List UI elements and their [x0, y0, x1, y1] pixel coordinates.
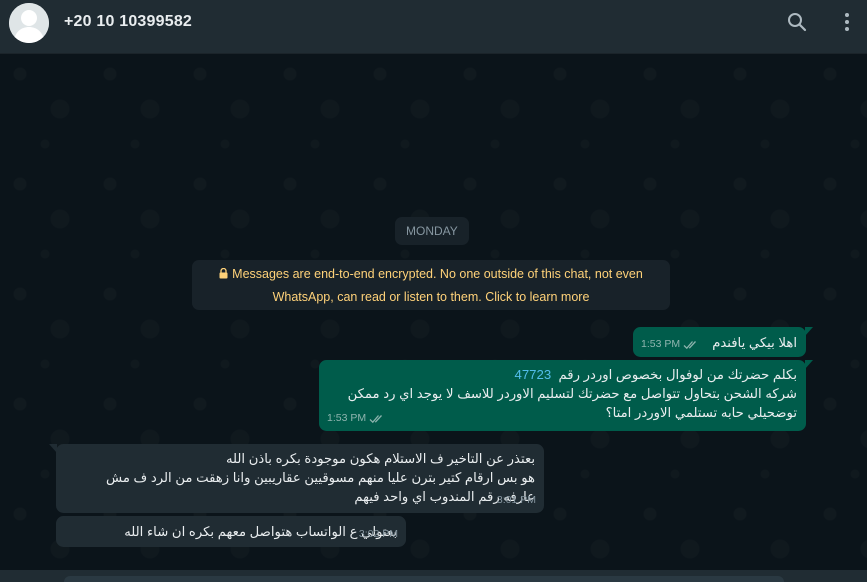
message-input[interactable]	[64, 576, 784, 582]
message-text: بعتذر عن التاخير ف الاستلام هكون موجودة …	[225, 451, 535, 466]
message-text: بعتولي ع الواتساب هتواصل معهم بكره ان شا…	[124, 524, 397, 539]
message-text: بكلم حضرتك من لوفوال بخصوص اوردر رقم	[558, 367, 798, 382]
message-time: 3:01 PM	[496, 494, 536, 506]
bubble-tail	[805, 360, 813, 369]
menu-dots-icon	[845, 13, 849, 31]
search-icon	[788, 13, 807, 32]
composer-bar	[0, 570, 867, 582]
menu-button[interactable]	[835, 10, 859, 34]
message-meta: 1:53 PM	[641, 335, 699, 354]
order-number-link[interactable]: 47723	[515, 367, 552, 382]
outgoing-message[interactable]: بكلم حضرتك من لوفوال بخصوص اوردر رقم 477…	[319, 360, 813, 431]
message-text: شركه الشحن بتحاول تتواصل مع حضرتك لتسليم…	[347, 386, 797, 401]
search-button[interactable]	[785, 10, 809, 34]
chat-header: +20 10 10399582	[0, 0, 867, 54]
message-meta: 1:53 PM	[327, 409, 385, 428]
encryption-notice-line1: Messages are end-to-end encrypted. No on…	[232, 267, 643, 281]
double-check-icon	[683, 340, 697, 349]
message-meta: 3:01 PM	[497, 491, 536, 510]
message-text: توضحيلي حابه تستلمي الاوردر امتا؟	[605, 405, 797, 420]
encryption-notice[interactable]: Messages are end-to-end encrypted. No on…	[192, 260, 670, 310]
message-time: 1:53 PM	[641, 338, 681, 350]
contact-avatar[interactable]	[9, 3, 49, 43]
message-text: هو بس ارقام كتير بترن عليا منهم مسوقيين …	[106, 470, 535, 485]
message-meta: 3:02 PM	[359, 525, 398, 544]
bubble-tail	[49, 444, 57, 453]
encryption-notice-line2: WhatsApp, can read or listen to them. Cl…	[272, 290, 590, 304]
incoming-message[interactable]: بعتولي ع الواتساب هتواصل معهم بكره ان شا…	[56, 516, 406, 547]
outgoing-message[interactable]: اهلا بيكي يافندم 1:53 PM	[633, 327, 813, 357]
bubble-tail	[805, 327, 813, 336]
message-time: 1:53 PM	[327, 412, 367, 424]
message-list[interactable]: MONDAY Messages are end-to-end encrypted…	[0, 54, 867, 582]
message-line: بكلم حضرتك من لوفوال بخصوص اوردر رقم 477…	[328, 365, 798, 384]
double-check-icon	[369, 414, 383, 423]
date-separator: MONDAY	[395, 217, 469, 245]
contact-name[interactable]: +20 10 10399582	[64, 13, 192, 31]
message-time: 3:02 PM	[358, 528, 398, 540]
incoming-message[interactable]: بعتذر عن التاخير ف الاستلام هكون موجودة …	[49, 444, 544, 513]
lock-icon	[219, 264, 228, 286]
message-text: عارفه رقم المندوب اي واحد فيهم	[354, 489, 535, 504]
whatsapp-chat-window: +20 10 10399582 MONDAY Messages are end-…	[0, 0, 867, 582]
default-avatar-icon	[9, 3, 49, 43]
